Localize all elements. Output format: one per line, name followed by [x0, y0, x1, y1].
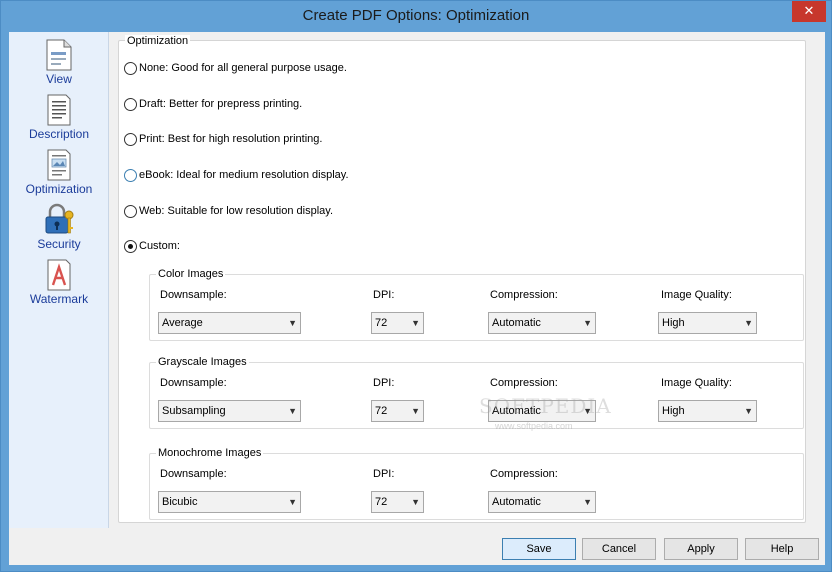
compression-label: Compression:	[490, 468, 558, 480]
radio-button[interactable]	[124, 239, 137, 253]
group-legend: Monochrome Images	[156, 447, 264, 459]
dpi-label: DPI:	[373, 468, 395, 480]
select-value: Average	[162, 317, 203, 329]
radio-label: Custom:	[139, 240, 180, 252]
radio-label: Web: Suitable for low resolution display…	[139, 205, 334, 217]
softpedia-watermark-url: www.softpedia.com	[495, 421, 573, 431]
select-value: 72	[375, 317, 388, 329]
sidebar-item-label: Watermark	[29, 292, 89, 306]
radio-label: Draft: Better for prepress printing.	[139, 98, 303, 110]
sidebar-item-view[interactable]: View	[9, 38, 109, 93]
group-legend: Grayscale Images	[156, 356, 249, 368]
monochrome-dpi-select[interactable]: 72 ▼	[371, 491, 424, 513]
compression-label: Compression:	[490, 377, 558, 389]
help-button[interactable]: Help	[745, 538, 819, 560]
radio-button[interactable]	[124, 61, 137, 75]
select-value: Subsampling	[162, 405, 226, 417]
monochrome-compression-select[interactable]: Automatic ▼	[488, 491, 596, 513]
grayscale-quality-select[interactable]: High ▼	[658, 400, 757, 422]
compression-label: Compression:	[490, 289, 558, 301]
select-value: Bicubic	[162, 496, 198, 508]
color-images-group: Color Images Downsample: DPI: Compressio…	[149, 268, 804, 341]
grayscale-images-group: Grayscale Images Downsample: DPI: Compre…	[149, 356, 804, 429]
chevron-down-icon: ▼	[288, 406, 297, 416]
radio-label: eBook: Ideal for medium resolution displ…	[139, 169, 349, 181]
cancel-button[interactable]: Cancel	[582, 538, 656, 560]
radio-draft[interactable]: Draft: Better for prepress printing.	[124, 96, 302, 112]
grayscale-downsample-select[interactable]: Subsampling ▼	[158, 400, 301, 422]
radio-custom[interactable]: Custom:	[124, 238, 180, 254]
radio-button[interactable]	[124, 97, 137, 111]
radio-label: Print: Best for high resolution printing…	[139, 133, 323, 145]
softpedia-watermark: SOFTPEDIA	[479, 394, 612, 418]
select-value: 72	[375, 496, 388, 508]
optimization-legend: Optimization	[125, 35, 191, 47]
close-button[interactable]: ✕	[792, 1, 826, 22]
sidebar-item-description[interactable]: Description	[9, 93, 109, 148]
window-title: Create PDF Options: Optimization	[302, 7, 530, 24]
title-bar[interactable]: Create PDF Options: Optimization ✕	[1, 1, 831, 32]
radio-none[interactable]: None: Good for all general purpose usage…	[124, 60, 347, 76]
radio-web[interactable]: Web: Suitable for low resolution display…	[124, 203, 333, 219]
select-value: Automatic	[492, 496, 541, 508]
sidebar-item-optimization[interactable]: Optimization	[9, 148, 109, 203]
button-bar: Save Cancel Apply Help	[9, 528, 825, 565]
chevron-down-icon: ▼	[744, 406, 753, 416]
radio-label: None: Good for all general purpose usage…	[139, 62, 347, 74]
select-value: High	[662, 317, 685, 329]
select-value: High	[662, 405, 685, 417]
group-legend: Color Images	[156, 268, 226, 280]
radio-button[interactable]	[124, 204, 137, 218]
image-quality-label: Image Quality:	[661, 289, 732, 301]
chevron-down-icon: ▼	[288, 497, 297, 507]
downsample-label: Downsample:	[160, 468, 227, 480]
dialog-client-area: View Description Optimization Security W…	[9, 32, 825, 565]
sidebar: View Description Optimization Security W…	[9, 32, 109, 528]
monochrome-images-group: Monochrome Images Downsample: DPI: Compr…	[149, 447, 804, 520]
chevron-down-icon: ▼	[411, 497, 420, 507]
downsample-label: Downsample:	[160, 289, 227, 301]
radio-print[interactable]: Print: Best for high resolution printing…	[124, 131, 322, 147]
chevron-down-icon: ▼	[411, 406, 420, 416]
monochrome-downsample-select[interactable]: Bicubic ▼	[158, 491, 301, 513]
save-button[interactable]: Save	[502, 538, 576, 560]
grayscale-dpi-select[interactable]: 72 ▼	[371, 400, 424, 422]
watermark-document-icon	[47, 259, 71, 291]
dpi-label: DPI:	[373, 377, 395, 389]
color-compression-select[interactable]: Automatic ▼	[488, 312, 596, 334]
color-dpi-select[interactable]: 72 ▼	[371, 312, 424, 334]
dpi-label: DPI:	[373, 289, 395, 301]
sidebar-item-watermark[interactable]: Watermark	[9, 258, 109, 313]
chevron-down-icon: ▼	[411, 318, 420, 328]
image-quality-label: Image Quality:	[661, 377, 732, 389]
sidebar-item-label: View	[46, 72, 72, 86]
dialog-window: Create PDF Options: Optimization ✕ View	[0, 0, 832, 572]
document-text-icon	[47, 94, 71, 126]
chevron-down-icon: ▼	[744, 318, 753, 328]
optimization-panel: Optimization None: Good for all general …	[118, 35, 806, 523]
sidebar-item-label: Security	[37, 237, 81, 251]
chevron-down-icon: ▼	[583, 497, 592, 507]
sidebar-item-security[interactable]: Security	[9, 203, 109, 258]
sidebar-item-label: Optimization	[25, 182, 93, 196]
select-value: Automatic	[492, 317, 541, 329]
apply-button[interactable]: Apply	[664, 538, 738, 560]
document-image-icon	[47, 149, 71, 181]
lock-keys-icon	[45, 203, 74, 234]
chevron-down-icon: ▼	[583, 318, 592, 328]
radio-button[interactable]	[124, 168, 137, 182]
color-downsample-select[interactable]: Average ▼	[158, 312, 301, 334]
radio-button[interactable]	[124, 132, 137, 146]
radio-ebook[interactable]: eBook: Ideal for medium resolution displ…	[124, 167, 349, 183]
sidebar-item-label: Description	[28, 127, 90, 141]
select-value: 72	[375, 405, 388, 417]
chevron-down-icon: ▼	[288, 318, 297, 328]
downsample-label: Downsample:	[160, 377, 227, 389]
document-view-icon	[46, 39, 72, 71]
color-quality-select[interactable]: High ▼	[658, 312, 757, 334]
